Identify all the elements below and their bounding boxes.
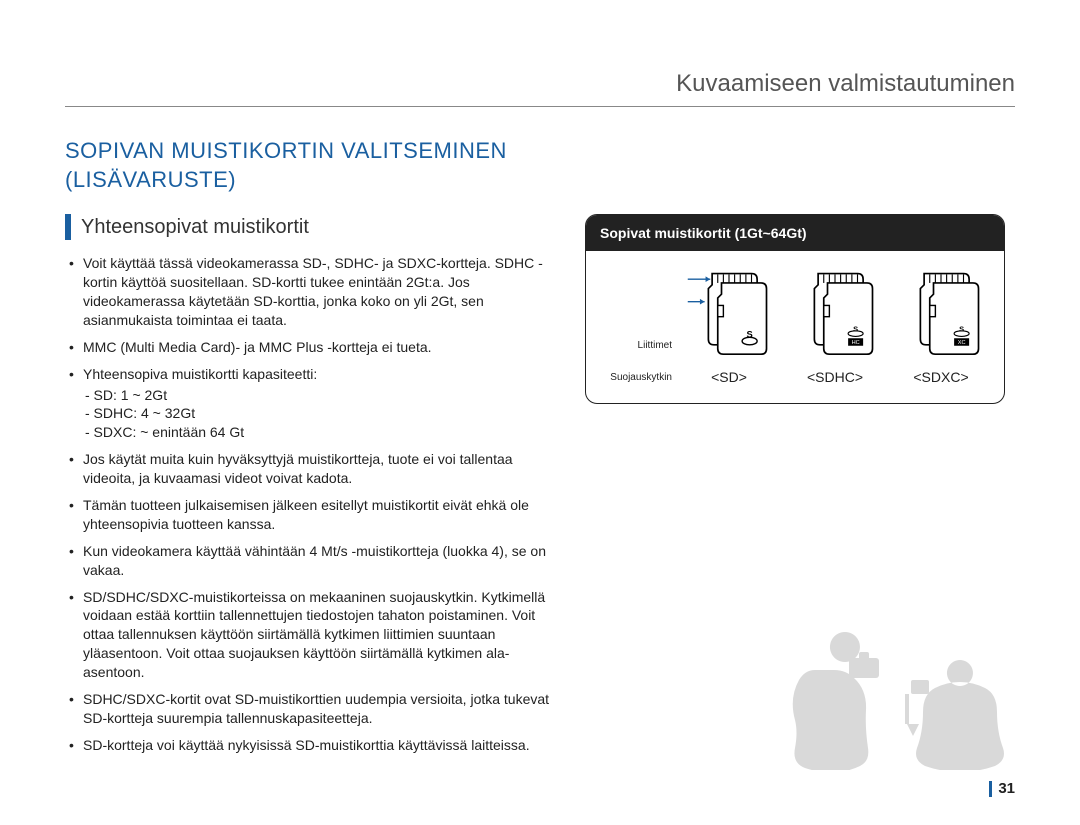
subheading: Yhteensopivat muistikortit <box>81 216 309 239</box>
label-terminals: Liittimet <box>596 339 672 353</box>
memory-card-caption: <SD> <box>711 369 747 385</box>
left-column: Yhteensopivat muistikortit Voit käyttää … <box>65 214 555 762</box>
svg-text:HC: HC <box>852 340 860 346</box>
main-heading: SOPIVAN MUISTIKORTIN VALITSEMINEN (LISÄV… <box>65 137 1015 194</box>
subheading-accent <box>65 214 71 240</box>
person-crouching-icon <box>785 620 895 770</box>
memory-card-figure: S <SD> <box>684 267 774 385</box>
svg-text:S: S <box>959 325 964 334</box>
page-number-accent <box>989 781 992 797</box>
bullet-item: SDHC/SDXC-kortit ovat SD-muistikorttien … <box>69 690 555 728</box>
memory-card-figure: S XC <SDXC> <box>896 267 986 385</box>
bullet-list: Voit käyttää tässä videokamerassa SD-, S… <box>65 254 555 754</box>
cards-row: S <SD> S <box>676 267 994 385</box>
card-label-column: Liittimet Suojauskytkin <box>596 333 676 385</box>
memory-card-panel-title: Sopivat muistikortit (1Gt~64Gt) <box>586 215 1004 251</box>
sd-card-icon: S XC <box>896 267 986 357</box>
person-sitting-icon <box>905 650 1015 770</box>
page-number: 31 <box>998 780 1015 797</box>
bullet-item: Yhteensopiva muistikortti kapasiteetti:-… <box>69 365 555 443</box>
bullet-item: Jos käytät muita kuin hyväksyttyjä muist… <box>69 450 555 488</box>
bullet-item: MMC (Multi Media Card)- ja MMC Plus -kor… <box>69 338 555 357</box>
chapter-header: Kuvaamiseen valmistautuminen <box>65 70 1015 107</box>
bullet-item: SD/SDHC/SDXC-muistikorteissa on mekaanin… <box>69 588 555 682</box>
bullet-item: SD-kortteja voi käyttää nykyisissä SD-mu… <box>69 736 555 755</box>
chapter-title: Kuvaamiseen valmistautuminen <box>676 70 1015 97</box>
memory-card-figure: S HC <SDHC> <box>790 267 880 385</box>
sd-card-icon: S <box>684 267 774 357</box>
memory-card-caption: <SDHC> <box>807 369 863 385</box>
memory-card-panel: Sopivat muistikortit (1Gt~64Gt) Liittime… <box>585 214 1005 404</box>
bullet-item: Tämän tuotteen julkaisemisen jälkeen esi… <box>69 496 555 534</box>
bullet-item: Voit käyttää tässä videokamerassa SD-, S… <box>69 254 555 330</box>
sd-card-icon: S HC <box>790 267 880 357</box>
page-number-wrap: 31 <box>989 780 1015 797</box>
decorative-silhouette <box>785 620 1015 770</box>
svg-text:S: S <box>853 325 858 334</box>
svg-text:XC: XC <box>958 340 966 346</box>
label-switch: Suojauskytkin <box>596 371 672 385</box>
subheading-row: Yhteensopivat muistikortit <box>65 214 555 240</box>
bullet-item: Kun videokamera käyttää vähintään 4 Mt/s… <box>69 542 555 580</box>
memory-card-caption: <SDXC> <box>913 369 968 385</box>
